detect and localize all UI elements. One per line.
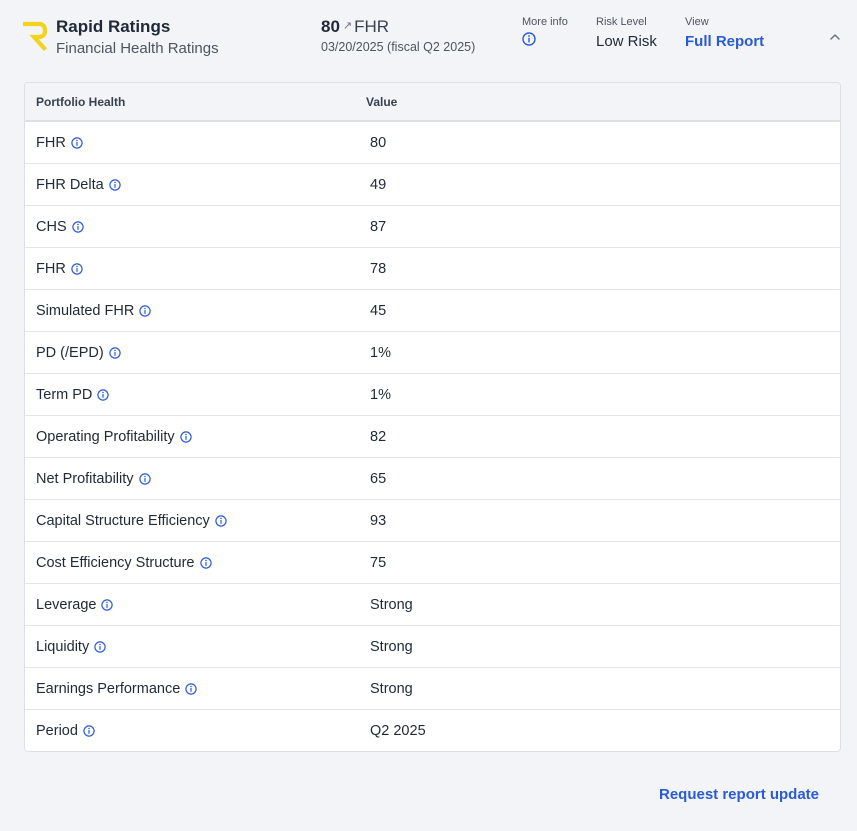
- metric-value: 80: [370, 135, 387, 151]
- metric-name: Cost Efficiency Structure: [36, 555, 195, 571]
- metric-value: 82: [370, 429, 387, 445]
- table-header: Portfolio Health Value: [25, 83, 840, 122]
- info-icon[interactable]: [71, 263, 83, 275]
- table-row: Period Q2 2025: [25, 710, 840, 751]
- table-row: Capital Structure Efficiency 93: [25, 500, 840, 542]
- info-icon[interactable]: [97, 389, 110, 401]
- info-icon[interactable]: [138, 473, 151, 485]
- metric-value: 93: [370, 513, 387, 529]
- info-icon[interactable]: [108, 347, 121, 359]
- risk-level-label: Risk Level: [596, 16, 647, 28]
- metric-value: 75: [370, 555, 387, 571]
- metric-name: PD (/EPD): [36, 345, 104, 361]
- metric-label: PD (/EPD): [36, 345, 121, 361]
- metric-name: Liquidity: [36, 639, 90, 655]
- brand-title: Rapid Ratings: [56, 17, 171, 36]
- metric-name: Operating Profitability: [36, 429, 175, 445]
- more-info-label: More info: [522, 16, 568, 28]
- metric-label: FHR: [36, 135, 83, 151]
- score-date: 03/20/2025 (fiscal Q2 2025): [321, 40, 476, 54]
- metric-value: 65: [370, 471, 387, 487]
- table-row: Term PD 1%: [25, 374, 840, 416]
- info-icon[interactable]: [83, 725, 95, 737]
- metric-name: Earnings Performance: [36, 681, 181, 697]
- table-row: FHR Delta 49: [25, 164, 840, 206]
- metric-label: Term PD: [36, 387, 110, 403]
- metric-label: Liquidity: [36, 639, 106, 655]
- metric-value: 1%: [370, 345, 391, 361]
- rapid-ratings-logo-icon: [23, 21, 48, 51]
- risk-level-value: Low Risk: [596, 33, 657, 50]
- metric-value: Strong: [370, 597, 413, 613]
- table-row: Operating Profitability 82: [25, 416, 840, 458]
- metric-value: 87: [370, 219, 387, 235]
- table-row: Net Profitability 65: [25, 458, 840, 500]
- info-icon[interactable]: [199, 557, 212, 569]
- view-label: View: [685, 16, 709, 28]
- metric-label: Period: [36, 723, 95, 739]
- metric-label: Leverage: [36, 597, 114, 613]
- metric-value: 49: [370, 177, 387, 193]
- info-icon[interactable]: [185, 683, 197, 695]
- full-report-link[interactable]: Full Report: [685, 33, 764, 50]
- metric-value: 78: [370, 261, 387, 277]
- info-icon[interactable]: [71, 137, 83, 149]
- metric-label: FHR: [36, 261, 83, 277]
- table-row: FHR 78: [25, 248, 840, 290]
- table-row: CHS 87: [25, 206, 840, 248]
- table-row: Simulated FHR 45: [25, 290, 840, 332]
- info-icon[interactable]: [71, 221, 84, 233]
- metric-name: Capital Structure Efficiency: [36, 513, 210, 529]
- metric-label: Operating Profitability: [36, 429, 192, 445]
- table-row: PD (/EPD) 1%: [25, 332, 840, 374]
- fhr-score-value: 80: [321, 17, 340, 36]
- metric-name: FHR Delta: [36, 177, 104, 193]
- metric-label: Simulated FHR: [36, 303, 152, 319]
- metric-name: Leverage: [36, 597, 97, 613]
- fhr-score-unit: FHR: [354, 17, 390, 36]
- info-icon[interactable]: [139, 305, 152, 317]
- info-icon[interactable]: [215, 515, 227, 527]
- column-header-portfolio-health: Portfolio Health: [36, 95, 126, 109]
- metric-label: Capital Structure Efficiency: [36, 513, 227, 529]
- table-row: Earnings Performance Strong: [25, 668, 840, 710]
- table-row: FHR 80: [25, 122, 840, 164]
- metric-value: Strong: [370, 681, 413, 697]
- column-header-value: Value: [366, 95, 398, 109]
- metric-label: Cost Efficiency Structure: [36, 555, 212, 571]
- trend-arrow-icon: ↗: [342, 20, 353, 32]
- chevron-up-icon[interactable]: [828, 30, 842, 44]
- metric-label: CHS: [36, 219, 84, 235]
- portfolio-health-table: Portfolio Health Value FHR 80 FHR Delta 49 C…: [24, 82, 841, 752]
- metric-value: Q2 2025: [370, 723, 426, 739]
- metric-name: CHS: [36, 219, 67, 235]
- info-icon[interactable]: [522, 32, 536, 46]
- metric-value: 1%: [370, 387, 391, 403]
- metric-value: 45: [370, 303, 387, 319]
- info-icon[interactable]: [108, 179, 121, 191]
- widget-header: Rapid Ratings Financial Health Ratings 8…: [0, 0, 857, 82]
- table-row: Leverage Strong: [25, 584, 840, 626]
- fhr-score: 80 ↗ FHR: [321, 17, 389, 37]
- request-report-update-link[interactable]: Request report update: [659, 786, 819, 803]
- metric-name: Term PD: [36, 387, 93, 403]
- metric-name: FHR: [36, 261, 66, 277]
- table-body: FHR 80 FHR Delta 49 CHS 87 FHR 78 Simulated FHR 4…: [25, 122, 840, 751]
- metric-value: Strong: [370, 639, 413, 655]
- table-row: Cost Efficiency Structure 75: [25, 542, 840, 584]
- brand-subtitle: Financial Health Ratings: [56, 40, 219, 57]
- info-icon[interactable]: [101, 599, 114, 611]
- table-row: Liquidity Strong: [25, 626, 840, 668]
- info-icon[interactable]: [94, 641, 106, 653]
- metric-name: Net Profitability: [36, 471, 134, 487]
- metric-label: FHR Delta: [36, 177, 121, 193]
- metric-label: Earnings Performance: [36, 681, 197, 697]
- metric-name: FHR: [36, 135, 66, 151]
- info-icon[interactable]: [179, 431, 192, 443]
- metric-label: Net Profitability: [36, 471, 151, 487]
- metric-name: Period: [36, 723, 78, 739]
- metric-name: Simulated FHR: [36, 303, 135, 319]
